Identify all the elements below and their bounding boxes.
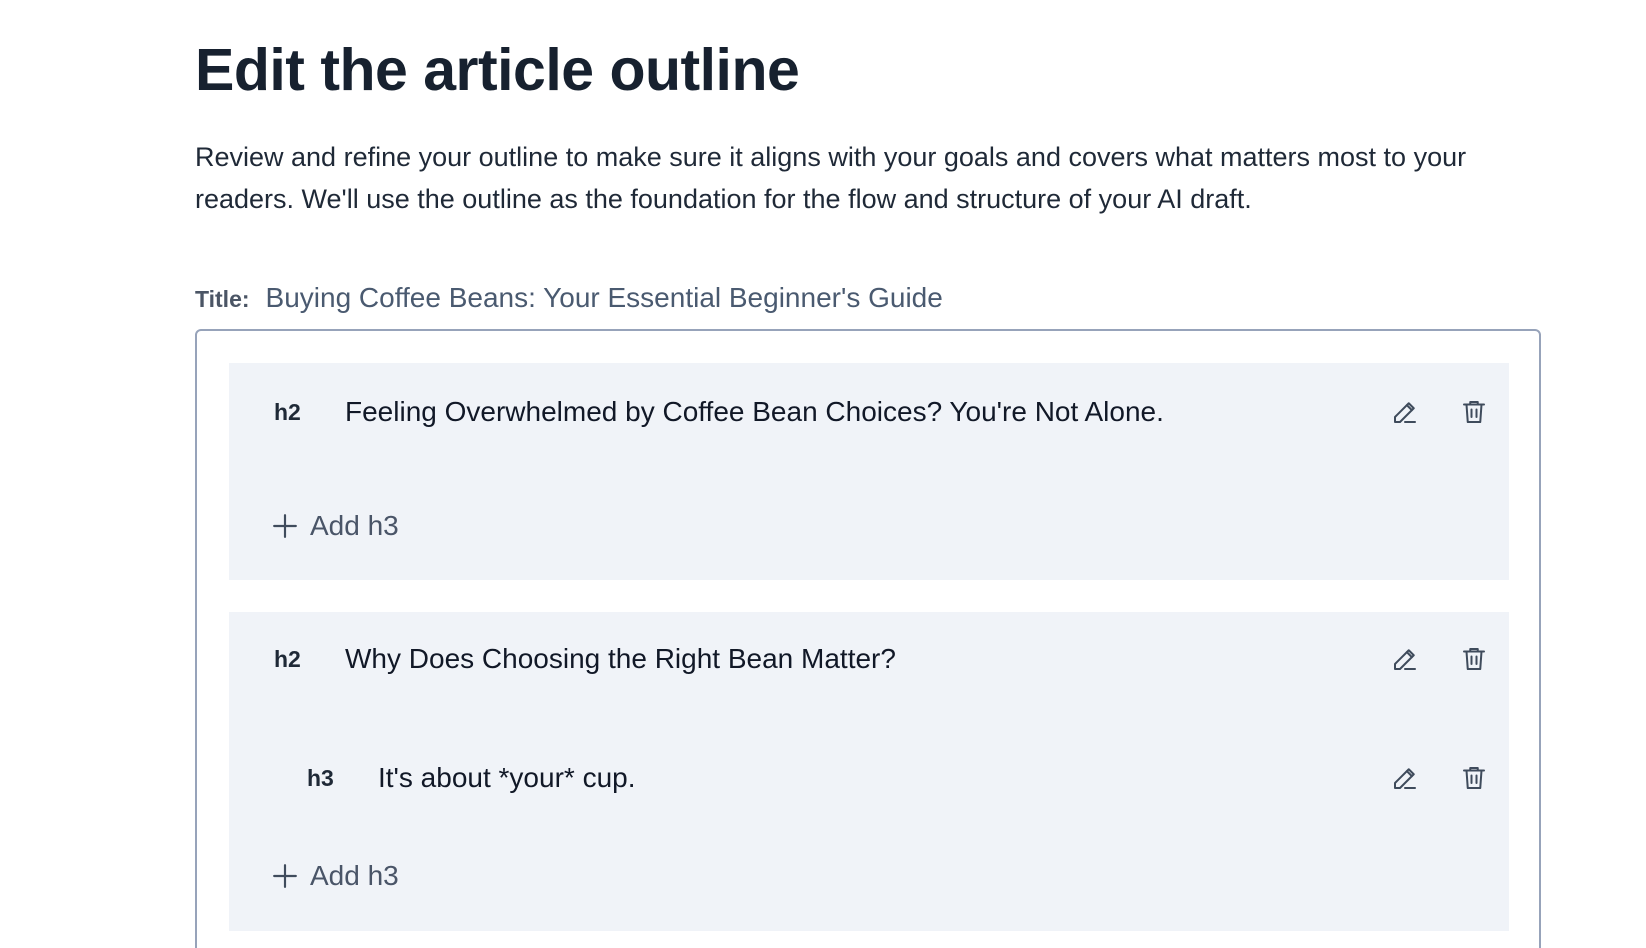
edit-button[interactable] [1388,642,1422,676]
trash-icon [1463,401,1485,423]
pencil-icon [1394,649,1416,670]
trash-icon [1463,648,1485,670]
delete-button[interactable] [1457,642,1491,676]
article-title-row: Title: Buying Coffee Beans: Your Essenti… [195,282,943,314]
add-h3-label: Add h3 [310,860,399,891]
add-h3-label: Add h3 [310,510,399,541]
title-label: Title: [195,286,250,312]
plus-icon [273,514,297,538]
outline-section: h2 Feeling Overwhelmed by Coffee Bean Ch… [229,363,1509,580]
delete-button[interactable] [1457,761,1491,795]
level-tag: h3 [307,764,334,791]
h2-heading-row: h2 Why Does Choosing the Right Bean Matt… [229,639,1509,679]
edit-button[interactable] [1388,395,1422,429]
plus-icon [273,864,297,888]
edit-button[interactable] [1388,761,1422,795]
level-tag: h2 [274,398,301,425]
pencil-icon [1394,402,1416,423]
heading-text: Why Does Choosing the Right Bean Matter? [345,643,896,674]
add-h3-button[interactable]: Add h3 [272,510,399,542]
level-tag: h2 [274,645,301,672]
delete-button[interactable] [1457,395,1491,429]
page-description: Review and refine your outline to make s… [195,142,1467,214]
add-h3-button[interactable]: Add h3 [272,860,399,892]
page-title: Edit the article outline [195,37,800,103]
heading-text: It's about *your* cup. [378,762,636,793]
outline-section: h2 Why Does Choosing the Right Bean Matt… [229,612,1509,931]
heading-text: Feeling Overwhelmed by Coffee Bean Choic… [345,396,1164,427]
trash-icon [1463,767,1485,789]
h3-heading-row: h3 It's about *your* cup. [229,758,1509,798]
h2-heading-row: h2 Feeling Overwhelmed by Coffee Bean Ch… [229,392,1509,432]
article-title-value[interactable]: Buying Coffee Beans: Your Essential Begi… [266,282,943,314]
pencil-icon [1394,768,1416,789]
